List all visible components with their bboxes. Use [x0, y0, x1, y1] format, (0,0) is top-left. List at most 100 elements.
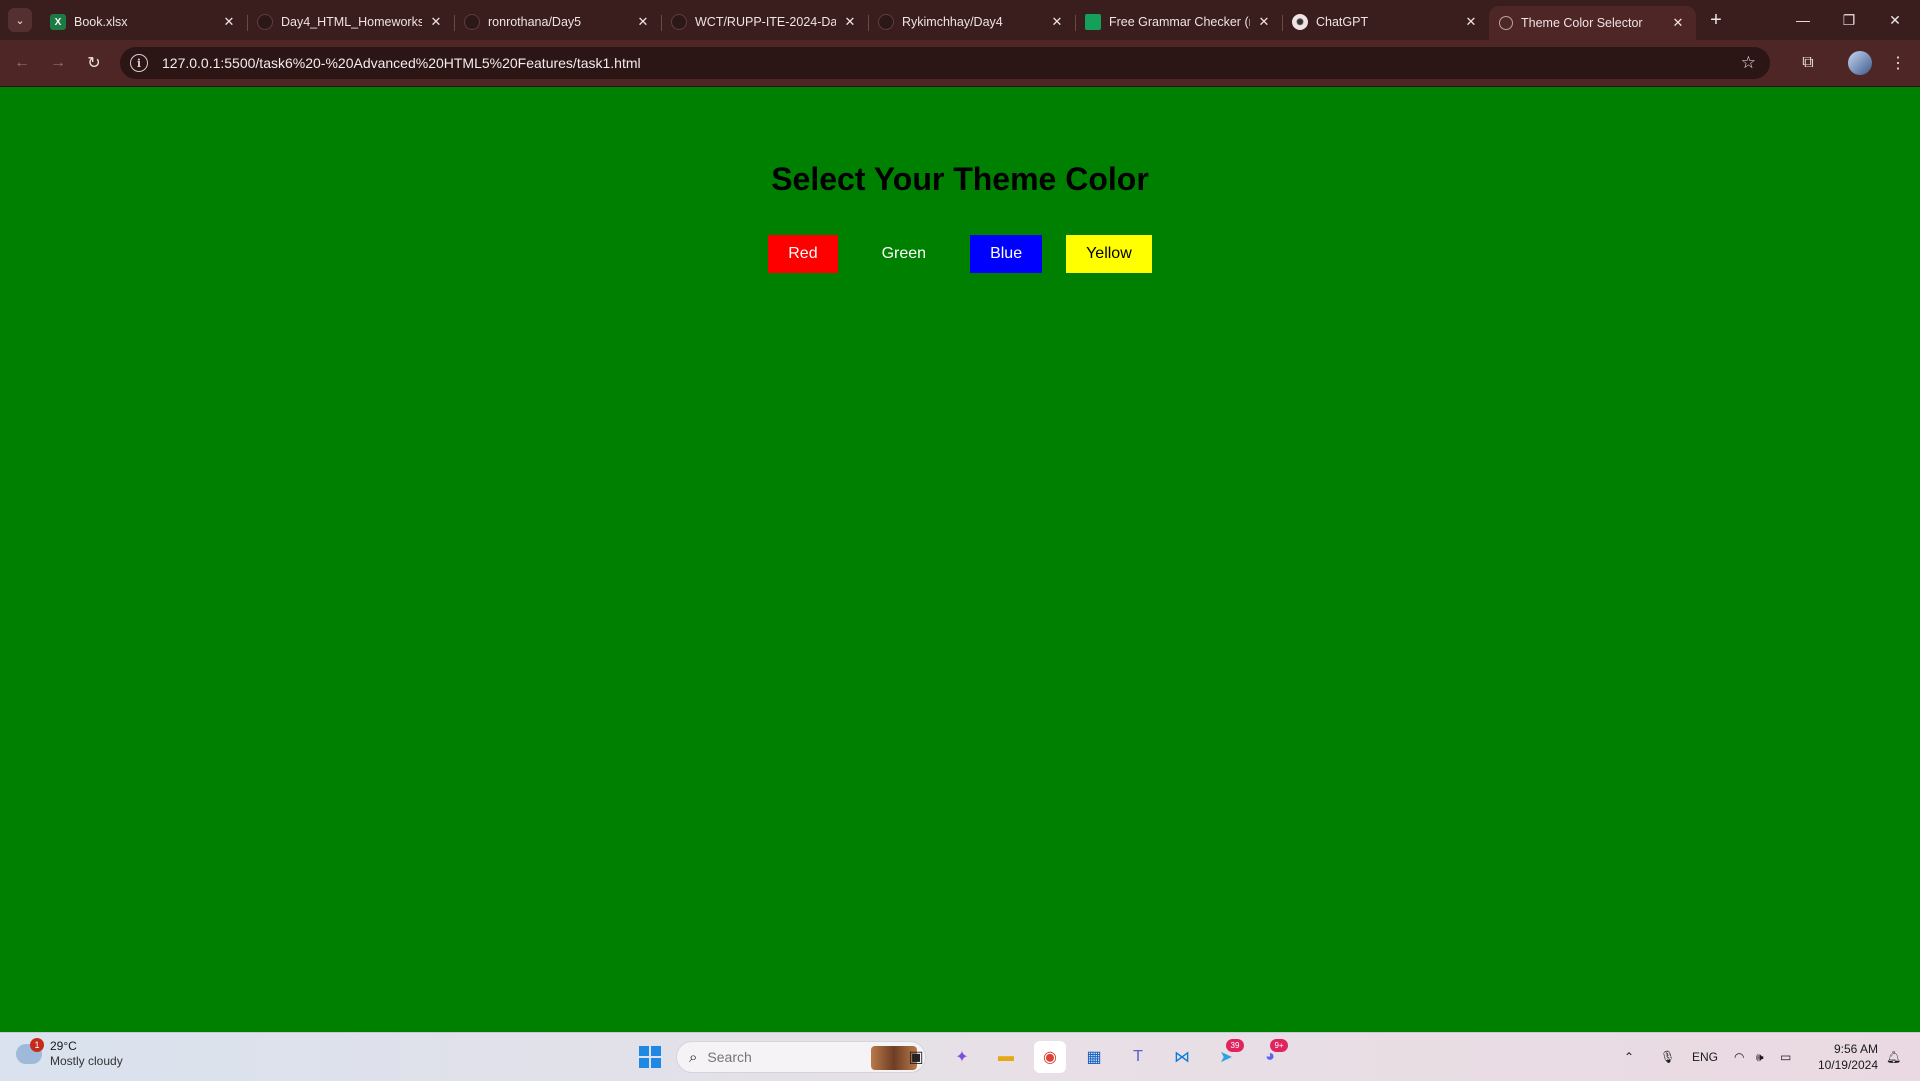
tab-title: Free Grammar Checker (n	[1109, 15, 1250, 29]
bell-icon: 🔔︎	[1886, 1050, 1902, 1064]
yellow-theme-button[interactable]: Yellow	[1066, 235, 1152, 273]
search-input[interactable]	[705, 1048, 830, 1066]
weather-condition: Mostly cloudy	[50, 1054, 123, 1068]
tab-search-button[interactable]: ⌄	[8, 8, 32, 32]
close-icon[interactable]: ✕	[1670, 15, 1686, 31]
restore-button[interactable]: ❐	[1826, 0, 1872, 40]
github-icon	[878, 14, 894, 30]
browser-tab-strip: ⌄ X Book.xlsx ✕ Day4_HTML_Homeworks/ ✕ r…	[0, 0, 1920, 40]
sheets-icon	[1085, 14, 1101, 30]
folder-icon: ▬	[998, 1048, 1014, 1065]
minimize-icon: —	[1796, 12, 1810, 28]
search-icon: ⌕	[689, 1048, 698, 1066]
tab-title: Day4_HTML_Homeworks/	[281, 15, 422, 29]
close-icon[interactable]: ✕	[1256, 14, 1272, 30]
notification-badge: 1	[30, 1038, 44, 1052]
excel-icon: X	[50, 14, 66, 30]
green-theme-button[interactable]: Green	[861, 235, 947, 273]
forward-button[interactable]: →	[46, 51, 70, 75]
vscode-button[interactable]: ⋈	[1166, 1041, 1198, 1073]
tab-title: Book.xlsx	[74, 15, 128, 29]
teams-icon: T	[1133, 1048, 1143, 1065]
system-clock[interactable]: 9:56 AM 10/19/2024	[1808, 1041, 1878, 1073]
tab-book-xlsx[interactable]: X Book.xlsx ✕	[40, 6, 247, 38]
extensions-button[interactable]: ⧉	[1796, 51, 1820, 75]
chevron-up-icon: ⌃	[1624, 1050, 1635, 1064]
language-indicator[interactable]: ENG	[1692, 1033, 1718, 1081]
profile-avatar[interactable]	[1848, 51, 1872, 75]
tab-day4-html-homeworks[interactable]: Day4_HTML_Homeworks/ ✕	[247, 6, 454, 38]
reload-icon: ↻	[87, 55, 101, 72]
tab-chatgpt[interactable]: ✺ ChatGPT ✕	[1282, 6, 1489, 38]
file-explorer-button[interactable]: ▬	[990, 1041, 1022, 1073]
tab-title: ChatGPT	[1316, 15, 1369, 29]
close-icon[interactable]: ✕	[842, 14, 858, 30]
close-icon[interactable]: ✕	[221, 14, 237, 30]
minimize-button[interactable]: —	[1780, 0, 1826, 40]
close-icon: ✕	[1889, 11, 1901, 28]
copilot-button[interactable]: ✦	[946, 1041, 978, 1073]
store-button[interactable]: ▦	[1078, 1041, 1110, 1073]
vscode-icon: ⋈	[1174, 1049, 1190, 1066]
start-button[interactable]	[634, 1041, 666, 1073]
task-view-button[interactable]: ▣	[900, 1041, 932, 1073]
chrome-taskbar-button[interactable]: ◉	[1034, 1041, 1066, 1073]
menu-button[interactable]: ⋮	[1886, 51, 1910, 75]
volume-icon: 🕪︎	[1756, 1049, 1764, 1064]
tab-rykimchhay-day4[interactable]: Rykimchhay/Day4 ✕	[868, 6, 1075, 38]
tab-wct-rupp[interactable]: WCT/RUPP-ITE-2024-Day ✕	[661, 6, 868, 38]
more-vert-icon: ⋮	[1890, 55, 1906, 72]
globe-icon	[1499, 16, 1513, 30]
plus-icon: +	[1710, 8, 1722, 31]
notifications-button[interactable]: 🔔︎	[1886, 1033, 1901, 1081]
chatgpt-icon: ✺	[1292, 14, 1308, 30]
github-icon	[671, 14, 687, 30]
taskbar-search[interactable]: ⌕	[676, 1041, 926, 1073]
microphone-icon: 🎙︎	[1660, 1050, 1676, 1064]
blue-theme-button[interactable]: Blue	[970, 235, 1043, 273]
weather-widget[interactable]: 1 29°C Mostly cloudy	[16, 1038, 123, 1069]
discord-button[interactable]: ◕ 9+	[1254, 1039, 1288, 1073]
close-icon[interactable]: ✕	[1049, 14, 1065, 30]
battery-button[interactable]: ▭	[1780, 1033, 1791, 1081]
volume-button[interactable]: 🕪︎	[1756, 1033, 1764, 1081]
restore-icon: ❐	[1842, 11, 1856, 28]
tab-ronrothana-day5[interactable]: ronrothana/Day5 ✕	[454, 6, 661, 38]
chrome-icon: ◉	[1043, 1049, 1057, 1066]
tab-grammar-checker[interactable]: Free Grammar Checker (n ✕	[1075, 6, 1282, 38]
new-tab-button[interactable]: +	[1704, 8, 1728, 32]
store-icon: ▦	[1086, 1049, 1102, 1066]
tab-theme-color-selector[interactable]: Theme Color Selector ✕	[1489, 6, 1696, 40]
reload-button[interactable]: ↻	[82, 51, 106, 75]
github-icon	[464, 14, 480, 30]
url-text[interactable]: 127.0.0.1:5500/task6%20-%20Advanced%20HT…	[162, 55, 641, 71]
windows-taskbar: 1 29°C Mostly cloudy ⌕ ▣ ✦ ▬ ◉ ▦ T ⋈ ➤ 3…	[0, 1032, 1920, 1081]
site-info-icon[interactable]: i	[130, 54, 148, 72]
page-title: Select Your Theme Color	[771, 161, 1149, 197]
tab-title: Theme Color Selector	[1521, 16, 1643, 30]
wifi-button[interactable]: ◠	[1734, 1033, 1744, 1081]
windows-icon	[639, 1046, 661, 1068]
teams-button[interactable]: T	[1122, 1041, 1154, 1073]
microphone-button[interactable]: 🎙︎	[1660, 1033, 1675, 1081]
back-button[interactable]: ←	[10, 51, 34, 75]
telegram-button[interactable]: ➤ 39	[1210, 1039, 1244, 1073]
wifi-icon: ◠	[1734, 1050, 1745, 1064]
close-icon[interactable]: ✕	[428, 14, 444, 30]
arrow-left-icon: ←	[14, 54, 30, 71]
red-theme-button[interactable]: Red	[768, 235, 838, 273]
show-hidden-icons-button[interactable]: ⌃	[1624, 1033, 1634, 1081]
browser-toolbar: ← → ↻ i 127.0.0.1:5500/task6%20-%20Advan…	[0, 40, 1920, 87]
close-icon[interactable]: ✕	[1463, 14, 1479, 30]
address-bar[interactable]: i 127.0.0.1:5500/task6%20-%20Advanced%20…	[120, 47, 1770, 79]
tab-title: ronrothana/Day5	[488, 15, 582, 29]
discord-badge: 9+	[1270, 1039, 1288, 1052]
bookmark-star-icon[interactable]: ☆	[1741, 53, 1756, 73]
tab-title: WCT/RUPP-ITE-2024-Day	[695, 15, 836, 29]
clock-date: 10/19/2024	[1817, 1058, 1878, 1072]
window-close-button[interactable]: ✕	[1872, 0, 1918, 40]
telegram-badge: 39	[1226, 1039, 1244, 1052]
theme-color-buttons: Red Green Blue Yellow	[0, 235, 1920, 273]
close-icon[interactable]: ✕	[635, 14, 651, 30]
puzzle-icon: ⧉	[1802, 54, 1814, 71]
